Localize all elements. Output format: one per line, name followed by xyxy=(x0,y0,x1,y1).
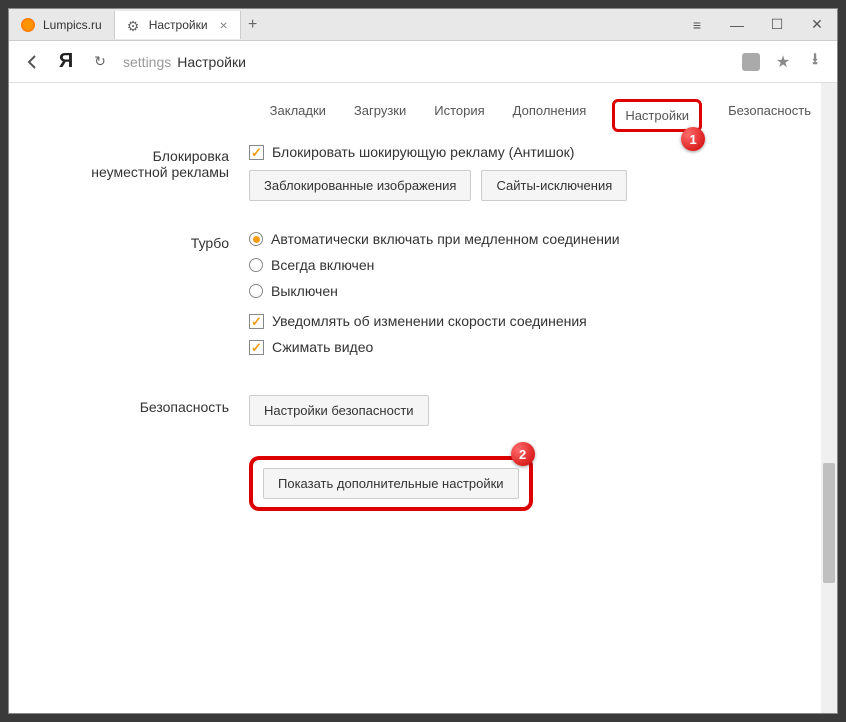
nav-addons[interactable]: Дополнения xyxy=(511,99,589,132)
nav-history[interactable]: История xyxy=(432,99,486,132)
nav-settings-highlight: Настройки 1 xyxy=(612,99,702,132)
radio-always-label: Всегда включен xyxy=(271,257,374,273)
back-button[interactable] xyxy=(21,51,43,73)
checkbox-notify-row[interactable]: Уведомлять об изменении скорости соедине… xyxy=(249,313,807,329)
scrollbar-thumb[interactable] xyxy=(823,463,835,583)
tab-bar: Lumpics.ru Настройки × + ≡ — ☐ ✕ xyxy=(9,9,837,41)
nav-security[interactable]: Безопасность xyxy=(726,99,813,132)
new-tab-button[interactable]: + xyxy=(241,16,265,34)
tab-label: Настройки xyxy=(149,18,208,32)
address-bar: Я ↻ settings Настройки ★ ⭳ xyxy=(9,41,837,83)
nav-bookmarks[interactable]: Закладки xyxy=(268,99,328,132)
radio-always-row[interactable]: Всегда включен xyxy=(249,257,807,273)
section-security-label: Безопасность xyxy=(39,395,249,426)
reload-button[interactable]: ↻ xyxy=(89,51,111,73)
shield-icon[interactable] xyxy=(741,52,761,72)
checkbox-notify-label: Уведомлять об изменении скорости соедине… xyxy=(272,313,587,329)
callout-badge-1: 1 xyxy=(681,127,705,151)
tab-label: Lumpics.ru xyxy=(43,18,102,32)
url-path: settings xyxy=(123,54,171,70)
checkbox-compress-label: Сжимать видео xyxy=(272,339,373,355)
scrollbar[interactable] xyxy=(821,83,837,713)
radio-off-row[interactable]: Выключен xyxy=(249,283,807,299)
advanced-highlight: Показать дополнительные настройки 2 xyxy=(249,456,533,511)
nav-downloads[interactable]: Загрузки xyxy=(352,99,408,132)
section-security: Безопасность Настройки безопасности xyxy=(39,395,807,426)
radio-turbo-always[interactable] xyxy=(249,258,263,272)
tab-settings[interactable]: Настройки × xyxy=(115,11,241,39)
window-controls: ≡ — ☐ ✕ xyxy=(677,9,837,41)
radio-auto-row[interactable]: Автоматически включать при медленном сое… xyxy=(249,231,807,247)
checkbox-antishock-row[interactable]: Блокировать шокирующую рекламу (Антишок) xyxy=(249,144,807,160)
minimize-button[interactable]: — xyxy=(717,9,757,41)
settings-favicon xyxy=(127,18,141,32)
section-adblock: Блокировка неуместной рекламы Блокироват… xyxy=(39,144,807,201)
section-advanced: Показать дополнительные настройки 2 xyxy=(39,456,807,511)
site-exceptions-button[interactable]: Сайты-исключения xyxy=(481,170,627,201)
radio-off-label: Выключен xyxy=(271,283,338,299)
blocked-images-button[interactable]: Заблокированные изображения xyxy=(249,170,471,201)
close-window-button[interactable]: ✕ xyxy=(797,9,837,41)
lumpics-favicon xyxy=(21,18,35,32)
yandex-logo[interactable]: Я xyxy=(55,51,77,73)
section-turbo-label: Турбо xyxy=(39,231,249,365)
checkbox-compress-row[interactable]: Сжимать видео xyxy=(249,339,807,355)
bookmark-star-icon[interactable]: ★ xyxy=(773,52,793,72)
radio-turbo-off[interactable] xyxy=(249,284,263,298)
section-turbo: Турбо Автоматически включать при медленн… xyxy=(39,231,807,365)
nav-settings[interactable]: Настройки xyxy=(625,108,689,123)
callout-badge-2: 2 xyxy=(511,442,535,466)
show-advanced-button[interactable]: Показать дополнительные настройки xyxy=(263,468,519,499)
checkbox-compress-video[interactable] xyxy=(249,340,264,355)
settings-panel: Блокировка неуместной рекламы Блокироват… xyxy=(9,144,837,561)
browser-window: Lumpics.ru Настройки × + ≡ — ☐ ✕ Я ↻ set… xyxy=(8,8,838,714)
checkbox-antishock[interactable] xyxy=(249,145,264,160)
maximize-button[interactable]: ☐ xyxy=(757,9,797,41)
url-title: Настройки xyxy=(177,54,246,70)
security-settings-button[interactable]: Настройки безопасности xyxy=(249,395,429,426)
back-arrow-icon xyxy=(23,53,41,71)
tab-lumpics[interactable]: Lumpics.ru xyxy=(9,11,115,39)
close-tab-icon[interactable]: × xyxy=(220,17,228,33)
checkbox-notify-speed[interactable] xyxy=(249,314,264,329)
content-area: Закладки Загрузки История Дополнения Нас… xyxy=(9,83,837,713)
section-adblock-label: Блокировка неуместной рекламы xyxy=(39,144,249,201)
checkbox-antishock-label: Блокировать шокирующую рекламу (Антишок) xyxy=(272,144,574,160)
radio-auto-label: Автоматически включать при медленном сое… xyxy=(271,231,620,247)
url-field[interactable]: settings Настройки xyxy=(123,54,729,70)
settings-nav: Закладки Загрузки История Дополнения Нас… xyxy=(9,83,837,144)
radio-turbo-auto[interactable] xyxy=(249,232,263,246)
menu-icon[interactable]: ≡ xyxy=(677,9,717,41)
downloads-icon[interactable]: ⭳ xyxy=(805,52,825,72)
